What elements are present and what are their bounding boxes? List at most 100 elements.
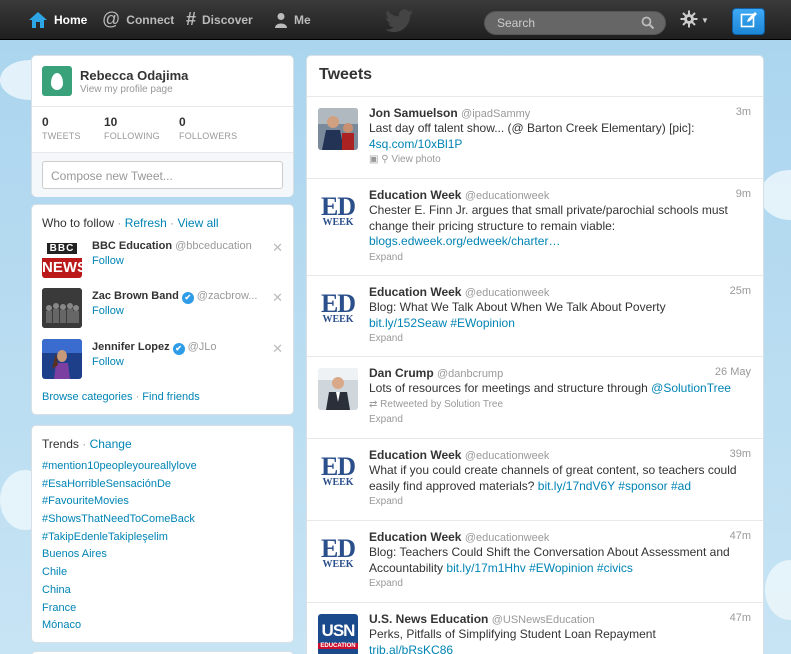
expand-action[interactable]: Expand [369, 412, 755, 428]
trends-panel: Trends · Change #mention10peopleyoureall… [31, 425, 294, 643]
trend-item[interactable]: #FavouriteMovies [42, 493, 197, 511]
tweet-timestamp[interactable]: 25m [730, 285, 751, 297]
tweet-item[interactable]: Jon Samuelson @ipadSammy 3m Last day off… [307, 96, 763, 178]
compose-tweet-button[interactable] [732, 8, 765, 35]
tweet-body: Blog: Teachers Could Shift the Conversat… [369, 545, 755, 592]
expand-action[interactable]: Expand [369, 331, 755, 347]
expand-action[interactable]: Expand [369, 576, 755, 592]
cloud [760, 170, 791, 220]
expand-action[interactable]: Expand [369, 494, 755, 510]
tweet-author[interactable]: Education Week @educationweek [369, 285, 549, 299]
zac-brown-band-avatar[interactable] [42, 288, 82, 328]
tweets-stream: Tweets Jon Samuelson @ipadSammy 3m Last … [306, 55, 764, 654]
education-week-logo[interactable]: ED WEEK [318, 450, 358, 492]
profile-name[interactable]: Rebecca Odajima [80, 68, 188, 83]
person-icon [274, 12, 288, 28]
tweet-author[interactable]: U.S. News Education @USNewsEducation [369, 612, 595, 626]
tweet-timestamp[interactable]: 3m [736, 106, 751, 118]
education-week-logo[interactable]: ED WEEK [318, 532, 358, 574]
nav-connect[interactable]: @ Connect [102, 0, 174, 40]
tweet-link[interactable]: bit.ly/17m1Hhv #EWopinion #civics [446, 561, 633, 575]
tweet-author[interactable]: Dan Crump @danbcrump [369, 366, 503, 380]
tweet-item[interactable]: USN EDUCATION U.S. News Education @USNews… [307, 602, 763, 654]
followers-label: FOLLOWERS [179, 131, 238, 141]
suggestion-name[interactable]: Jennifer Lopez ✔ @JLo [92, 341, 217, 355]
nav-home[interactable]: Home [28, 0, 87, 40]
education-week-logo[interactable]: ED WEEK [318, 287, 358, 329]
find-friends-link[interactable]: Find friends [142, 391, 199, 403]
suggestion-name[interactable]: BBC Education @bbceducation [92, 240, 252, 252]
nav-me[interactable]: Me [274, 0, 311, 40]
stat-following[interactable]: 10 FOLLOWING [104, 115, 160, 141]
us-news-education-logo[interactable]: USN EDUCATION [318, 614, 358, 654]
suggestion-name[interactable]: Zac Brown Band ✔ @zacbrow... [92, 290, 258, 304]
tweet-link[interactable]: blogs.edweek.org/edweek/charter… [369, 234, 755, 250]
follow-link[interactable]: Follow [92, 305, 124, 317]
tweet-link[interactable]: bit.ly/152Seaw #EWopinion [369, 316, 755, 332]
follow-link[interactable]: Follow [92, 255, 124, 267]
trend-item[interactable]: Mónaco [42, 617, 197, 635]
tweet-link[interactable]: bit.ly/17ndV6Y #sponsor #ad [538, 479, 691, 493]
tweet-timestamp[interactable]: 26 May [715, 366, 751, 378]
tweet-body: Chester E. Finn Jr. argues that small pr… [369, 203, 755, 265]
search-icon[interactable] [641, 16, 655, 33]
view-photo-action[interactable]: ▣ ⚲ View photo [369, 152, 755, 168]
tweet-timestamp[interactable]: 47m [730, 612, 751, 624]
tweet-avatar[interactable] [318, 368, 358, 410]
view-profile-link[interactable]: View my profile page [80, 84, 173, 95]
tweet-avatar[interactable] [318, 108, 358, 150]
stat-followers[interactable]: 0 FOLLOWERS [179, 115, 237, 141]
cloud [765, 560, 791, 620]
tweet-item[interactable]: ED WEEK Education Week @educationweek 9m … [307, 178, 763, 275]
nav-connect-label: Connect [126, 12, 175, 27]
jennifer-lopez-avatar[interactable] [42, 339, 82, 379]
dismiss-icon[interactable]: ✕ [272, 240, 283, 256]
avatar[interactable] [42, 66, 72, 96]
compose-icon [740, 11, 758, 32]
tweet-text: Blog: Teachers Could Shift the Conversat… [369, 545, 730, 575]
browse-categories-link[interactable]: Browse categories [42, 391, 133, 403]
follow-link[interactable]: Follow [92, 356, 124, 368]
mention-link[interactable]: @SolutionTree [651, 381, 731, 395]
bbc-news-logo[interactable]: BBC NEWS [42, 238, 82, 278]
view-all-link[interactable]: View all [177, 216, 218, 230]
change-trends-link[interactable]: Change [90, 437, 132, 451]
expand-action[interactable]: Expand [369, 250, 755, 266]
trend-item[interactable]: #ShowsThatNeedToComeBack [42, 511, 197, 529]
trend-item[interactable]: France [42, 600, 197, 618]
search-input[interactable]: Search [484, 11, 666, 35]
tweet-body: Perks, Pitfalls of Simplifying Student L… [369, 627, 755, 654]
tweet-handle: @educationweek [464, 190, 550, 202]
tweet-link[interactable]: trib.al/bRsKC86 [369, 643, 755, 654]
tweet-link[interactable]: 4sq.com/10xBl1P [369, 137, 755, 153]
suggestion-item: Jennifer Lopez ✔ @JLo Follow ✕ [42, 339, 287, 383]
trend-item[interactable]: Chile [42, 564, 197, 582]
tweet-item[interactable]: Dan Crump @danbcrump 26 May Lots of reso… [307, 356, 763, 438]
settings-menu[interactable]: ▼ [680, 10, 709, 31]
dismiss-icon[interactable]: ✕ [272, 341, 283, 357]
tweet-text: Blog: What We Talk About When We Talk Ab… [369, 300, 666, 314]
trend-item[interactable]: Buenos Aires [42, 546, 197, 564]
tweet-author[interactable]: Education Week @educationweek [369, 530, 549, 544]
at-sign-icon: @ [102, 9, 121, 29]
tweet-timestamp[interactable]: 47m [730, 530, 751, 542]
tweet-item[interactable]: ED WEEK Education Week @educationweek 25m… [307, 275, 763, 356]
trend-item[interactable]: #EsaHorribleSensaciónDe [42, 476, 197, 494]
refresh-link[interactable]: Refresh [125, 216, 167, 230]
tweet-author[interactable]: Jon Samuelson @ipadSammy [369, 106, 530, 120]
trend-item[interactable]: #TakipEdenleTakipleşelim [42, 529, 197, 547]
compose-tweet-input[interactable]: Compose new Tweet... [42, 161, 283, 189]
stat-tweets[interactable]: 0 TWEETS [42, 115, 81, 141]
tweet-timestamp[interactable]: 9m [736, 188, 751, 200]
nav-discover[interactable]: # Discover [186, 0, 253, 40]
tweet-timestamp[interactable]: 39m [730, 448, 751, 460]
trend-item[interactable]: #mention10peopleyoureallylove [42, 458, 197, 476]
tweet-author[interactable]: Education Week @educationweek [369, 188, 549, 202]
tweet-item[interactable]: ED WEEK Education Week @educationweek 39m… [307, 438, 763, 520]
education-week-logo[interactable]: ED WEEK [318, 190, 358, 232]
tweet-text: Last day off talent show... (@ Barton Cr… [369, 121, 695, 135]
tweet-item[interactable]: ED WEEK Education Week @educationweek 47m… [307, 520, 763, 602]
dismiss-icon[interactable]: ✕ [272, 290, 283, 306]
trend-item[interactable]: China [42, 582, 197, 600]
tweet-author[interactable]: Education Week @educationweek [369, 448, 549, 462]
